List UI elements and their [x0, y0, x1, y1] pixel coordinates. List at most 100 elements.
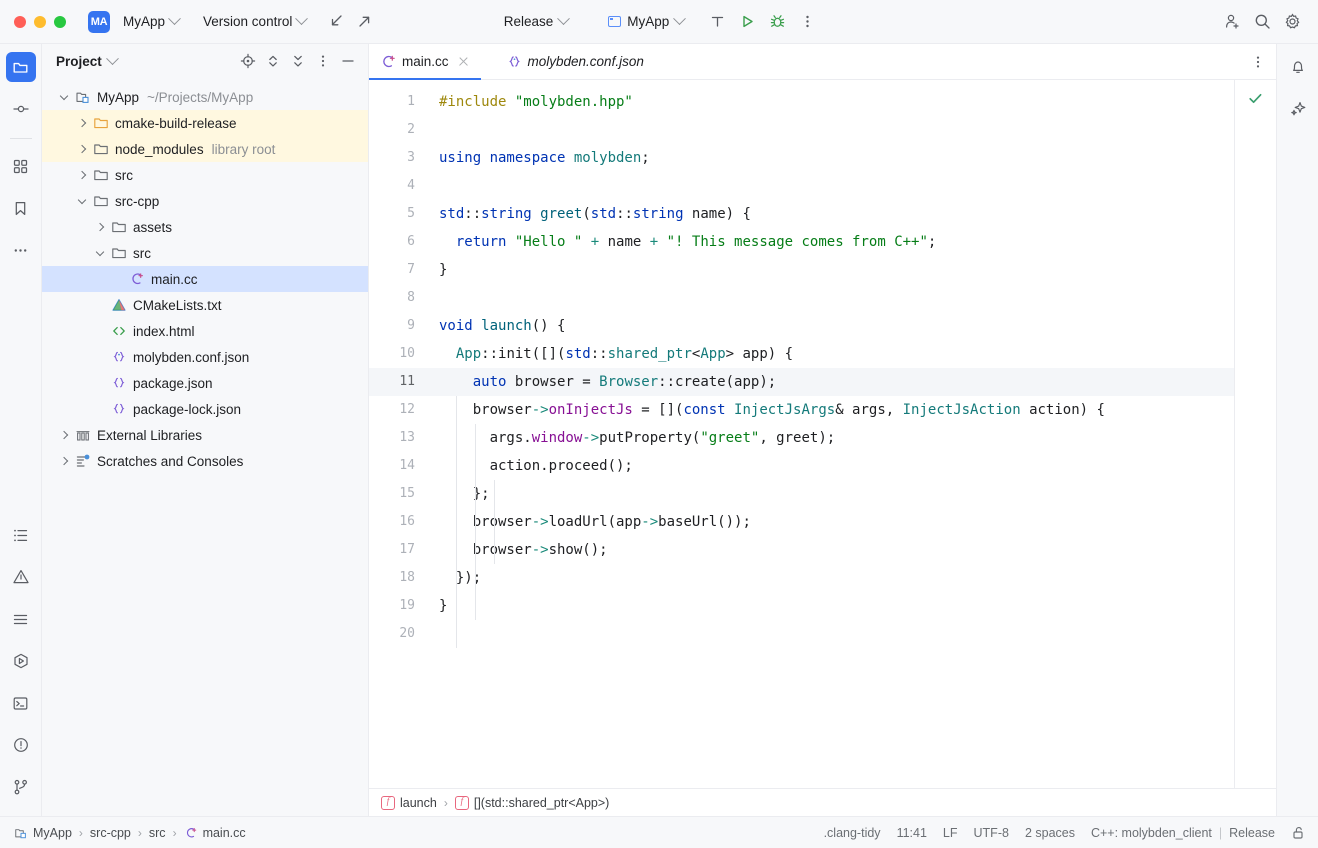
expand-collapse-button[interactable] [261, 49, 285, 73]
sidebar-item-terminal[interactable] [6, 688, 36, 718]
tree-node-index-html[interactable]: index.html [42, 318, 368, 344]
run-button[interactable] [733, 8, 761, 36]
line-number[interactable]: 20 [369, 620, 431, 648]
line-number[interactable]: 6 [369, 228, 431, 256]
sidebar-item-more[interactable] [6, 235, 36, 265]
line-number[interactable]: 19 [369, 592, 431, 620]
build-config-selector[interactable]: Release [497, 10, 576, 33]
sidebar-item-todo[interactable] [6, 520, 36, 550]
code-line[interactable] [431, 116, 1234, 144]
code-line[interactable] [431, 172, 1234, 200]
sidebar-item-project[interactable] [6, 52, 36, 82]
sidebar-item-git[interactable] [6, 772, 36, 802]
project-name-menu[interactable]: MyApp [117, 10, 185, 33]
code-content[interactable]: #include "molybden.hpp" using namespace … [431, 80, 1234, 788]
tree-node-main-cc[interactable]: main.cc [42, 266, 368, 292]
settings-button[interactable] [1278, 8, 1306, 36]
code-line[interactable] [431, 284, 1234, 312]
tree-node-src-cpp[interactable]: src-cpp [42, 188, 368, 214]
line-number[interactable]: 3 [369, 144, 431, 172]
tab-close-button[interactable] [457, 55, 471, 69]
status-path-breadcrumb[interactable]: MyApp›src-cpp›src›main.cc [14, 826, 246, 840]
sidebar-item-notifications[interactable] [6, 730, 36, 760]
notifications-button[interactable] [1283, 52, 1313, 82]
tree-node-scratches-and-consoles[interactable]: Scratches and Consoles [42, 448, 368, 474]
tree-node-cmakelists-txt[interactable]: CMakeLists.txt [42, 292, 368, 318]
tree-node-package-json[interactable]: package.json [42, 370, 368, 396]
code-line[interactable]: action.proceed(); [431, 452, 1234, 480]
line-number[interactable]: 10 [369, 340, 431, 368]
sidebar-item-bookmarks[interactable] [6, 193, 36, 223]
line-number[interactable]: 18 [369, 564, 431, 592]
code-line[interactable]: App::init([](std::shared_ptr<App> app) { [431, 340, 1234, 368]
inspection-profile[interactable]: .clang-tidy [824, 826, 881, 840]
sidebar-item-run[interactable] [6, 646, 36, 676]
chevron-down-icon[interactable] [106, 52, 119, 65]
code-editor[interactable]: 1234567891011121314151617181920 #include… [369, 80, 1276, 788]
chevron-right-icon[interactable] [92, 219, 108, 235]
collapse-all-button[interactable] [286, 49, 310, 73]
tree-node-molybden-conf-json[interactable]: molybden.conf.json [42, 344, 368, 370]
line-number[interactable]: 2 [369, 116, 431, 144]
select-opened-file-button[interactable] [236, 49, 260, 73]
chevron-right-icon[interactable] [74, 167, 90, 183]
breadcrumb-item-launch[interactable]: f launch [381, 796, 437, 810]
build-button[interactable] [703, 8, 731, 36]
code-line[interactable]: } [431, 256, 1234, 284]
line-number[interactable]: 14 [369, 452, 431, 480]
run-target-selector[interactable]: MyApp [601, 10, 691, 33]
maximize-window-button[interactable] [54, 16, 66, 28]
code-line[interactable]: #include "molybden.hpp" [431, 88, 1234, 116]
tree-node-myapp[interactable]: MyApp~/Projects/MyApp [42, 84, 368, 110]
tree-node-cmake-build-release[interactable]: cmake-build-release [42, 110, 368, 136]
code-line[interactable]: browser->loadUrl(app->baseUrl()); [431, 508, 1234, 536]
code-line[interactable]: browser->onInjectJs = [](const InjectJsA… [431, 396, 1234, 424]
chevron-right-icon[interactable] [56, 427, 72, 443]
editor-options-button[interactable] [1246, 50, 1270, 74]
minimize-window-button[interactable] [34, 16, 46, 28]
line-number[interactable]: 8 [369, 284, 431, 312]
line-number[interactable]: 4 [369, 172, 431, 200]
code-line[interactable]: std::string greet(std::string name) { [431, 200, 1234, 228]
search-button[interactable] [1248, 8, 1276, 36]
add-user-button[interactable] [1218, 8, 1246, 36]
close-window-button[interactable] [14, 16, 26, 28]
status-path-item[interactable]: src [149, 826, 166, 840]
status-path-item[interactable]: src-cpp [90, 826, 131, 840]
line-number[interactable]: 5 [369, 200, 431, 228]
code-line[interactable]: args.window->putProperty("greet", greet)… [431, 424, 1234, 452]
code-line[interactable]: browser->show(); [431, 536, 1234, 564]
line-number[interactable]: 1 [369, 88, 431, 116]
tab-molybden-conf-json[interactable]: molybden.conf.json [495, 44, 654, 79]
line-number[interactable]: 12 [369, 396, 431, 424]
code-line[interactable]: void launch() { [431, 312, 1234, 340]
code-line[interactable] [431, 620, 1234, 648]
tree-node-node-modules[interactable]: node_moduleslibrary root [42, 136, 368, 162]
chevron-right-icon[interactable] [56, 453, 72, 469]
build-profile-group[interactable]: C++: molybden_client | Release [1091, 826, 1275, 840]
tree-node-external-libraries[interactable]: External Libraries [42, 422, 368, 448]
ai-assistant-button[interactable] [1283, 94, 1313, 124]
tree-node-src[interactable]: src [42, 240, 368, 266]
readonly-toggle[interactable] [1291, 825, 1306, 840]
chevron-right-icon[interactable] [74, 115, 90, 131]
tree-node-src[interactable]: src [42, 162, 368, 188]
line-number[interactable]: 16 [369, 508, 431, 536]
code-line[interactable]: using namespace molybden; [431, 144, 1234, 172]
sidebar-item-problems[interactable] [6, 562, 36, 592]
breadcrumb-item-lambda[interactable]: f [](std::shared_ptr<App>) [455, 796, 610, 810]
line-number[interactable]: 15 [369, 480, 431, 508]
line-number[interactable]: 13 [369, 424, 431, 452]
line-number[interactable]: 9 [369, 312, 431, 340]
file-encoding[interactable]: UTF-8 [974, 826, 1009, 840]
expand-arrow-button[interactable] [350, 8, 378, 36]
hide-panel-button[interactable] [336, 49, 360, 73]
status-path-item[interactable]: MyApp [14, 826, 72, 840]
caret-position[interactable]: 11:41 [897, 826, 927, 840]
code-line[interactable]: auto browser = Browser::create(app); [431, 368, 1234, 396]
tree-node-package-lock-json[interactable]: package-lock.json [42, 396, 368, 422]
collapse-arrow-button[interactable] [322, 8, 350, 36]
run-more-button[interactable] [793, 8, 821, 36]
version-control-menu[interactable]: Version control [197, 10, 312, 33]
chevron-down-icon[interactable] [74, 193, 90, 209]
